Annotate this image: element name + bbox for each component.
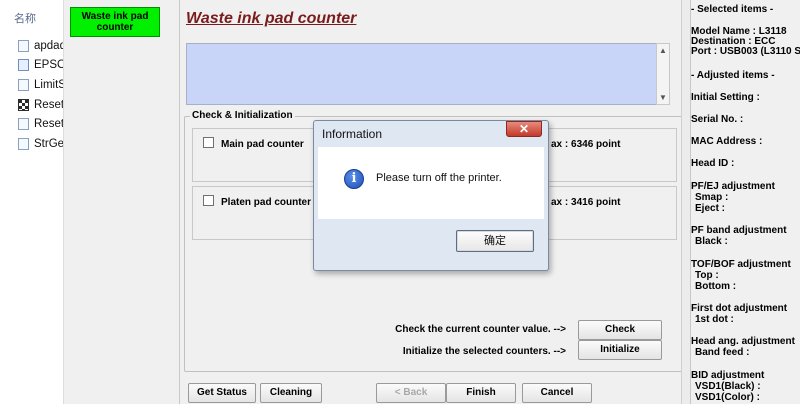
file-item[interactable]: Reset <box>18 95 63 115</box>
nav-panel: Waste ink pad counter <box>64 0 180 404</box>
ok-button[interactable]: 确定 <box>456 230 534 252</box>
adjusted-item: First dot adjustment <box>691 303 788 314</box>
adjusted-item: VSD1(Black) : <box>695 381 761 392</box>
adjusted-items-header: - Adjusted items - <box>691 70 775 81</box>
document-icon <box>18 118 29 131</box>
adjusted-item: Eject : <box>695 203 726 214</box>
get-status-button[interactable]: Get Status <box>188 383 256 403</box>
close-icon[interactable]: ✕ <box>506 121 542 137</box>
dialog-body: i Please turn off the printer. <box>318 147 544 219</box>
file-item[interactable]: EPSO <box>18 56 63 76</box>
adjusted-item: BID adjustment <box>691 370 765 381</box>
adjusted-item: PF band adjustment <box>691 225 787 236</box>
initialize-instruction: Initialize the selected counters. --> <box>402 346 566 357</box>
scroll-down-icon[interactable]: ▼ <box>659 93 667 102</box>
info-icon: i <box>344 169 364 189</box>
file-explorer-pane: 名称 apdad EPSO LimitS Reset Reset StrGe <box>0 0 64 404</box>
information-dialog: Information ✕ i Please turn off the prin… <box>313 120 549 271</box>
adjusted-item: MAC Address : <box>691 136 763 147</box>
adjusted-item: Top : <box>695 270 719 281</box>
platen-pad-counter-max: ax : 3416 point <box>551 197 621 208</box>
check-button[interactable]: Check <box>578 320 662 340</box>
file-list: apdad EPSO LimitS Reset Reset StrGe <box>18 36 63 154</box>
name-column-header[interactable]: 名称 <box>14 10 36 26</box>
check-instruction: Check the current counter value. --> <box>395 324 566 335</box>
adjusted-item: Bottom : <box>695 281 737 292</box>
back-button[interactable]: < Back <box>376 383 446 403</box>
dialog-title: Information <box>322 127 383 141</box>
document-icon <box>18 78 29 91</box>
file-item[interactable]: StrGe <box>18 134 63 154</box>
port: Port : USB003 (L3110 Seri <box>691 46 800 57</box>
application-icon <box>18 98 29 111</box>
cleaning-button[interactable]: Cleaning <box>260 383 322 403</box>
check-group-label: Check & Initialization <box>190 110 295 121</box>
main-pad-counter-max: ax : 6346 point <box>551 139 621 150</box>
document-icon <box>18 39 29 52</box>
adjusted-item: 1st dot : <box>695 314 734 325</box>
adjusted-item: Head ID : <box>691 158 735 169</box>
adjusted-item: Initial Setting : <box>691 92 760 103</box>
right-panel-scrollbar[interactable] <box>681 0 690 404</box>
main-pad-counter-checkbox[interactable] <box>203 137 214 148</box>
adjusted-item: Head ang. adjustment <box>691 336 795 347</box>
status-panel: - Selected items - Model Name : L3118 De… <box>690 0 800 404</box>
document-icon <box>18 59 29 72</box>
finish-button[interactable]: Finish <box>446 383 516 403</box>
main-pad-counter-label: Main pad counter <box>221 139 304 150</box>
cancel-button[interactable]: Cancel <box>522 383 592 403</box>
nav-item-waste-ink-pad-counter[interactable]: Waste ink pad counter <box>70 7 160 37</box>
platen-pad-counter-checkbox[interactable] <box>203 195 214 206</box>
file-item[interactable]: LimitS <box>18 75 63 95</box>
document-icon <box>18 137 29 150</box>
info-scrollbar[interactable]: ▲ ▼ <box>656 43 670 105</box>
adjusted-item: PF/EJ adjustment <box>691 181 775 192</box>
adjusted-item: Serial No. : <box>691 114 744 125</box>
adjusted-item: Smap : <box>695 192 729 203</box>
scroll-up-icon[interactable]: ▲ <box>659 46 667 55</box>
initialize-button[interactable]: Initialize <box>578 340 662 360</box>
selected-items-header: - Selected items - <box>691 4 774 15</box>
adjusted-item: Black : <box>695 236 728 247</box>
adjusted-item: TOF/BOF adjustment <box>691 259 791 270</box>
page-title: Waste ink pad counter <box>186 10 357 27</box>
dialog-message: Please turn off the printer. <box>376 172 502 184</box>
file-item[interactable]: apdad <box>18 36 63 56</box>
adjusted-item: VSD1(Color) : <box>695 392 760 403</box>
platen-pad-counter-label: Platen pad counter <box>221 197 312 208</box>
file-item[interactable]: Reset <box>18 114 63 134</box>
info-textarea[interactable] <box>186 43 660 105</box>
adjusted-item: Band feed : <box>695 347 750 358</box>
